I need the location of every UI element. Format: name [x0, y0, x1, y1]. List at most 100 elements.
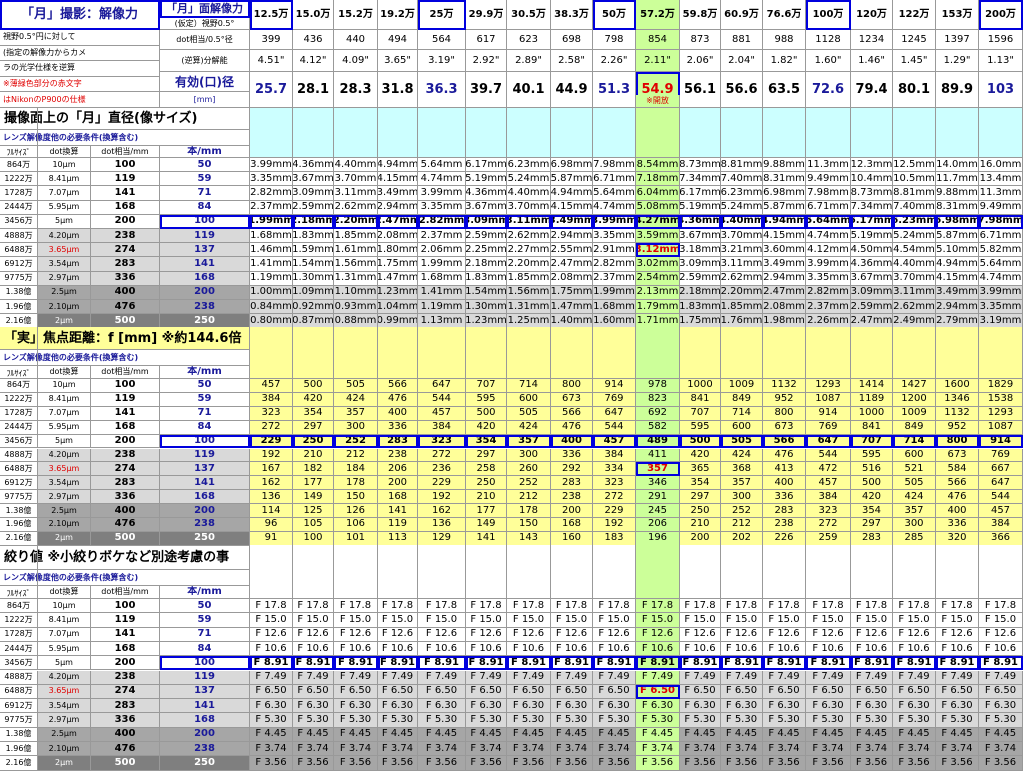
- row-fullsize: 4888万: [0, 670, 38, 685]
- inverse-col-8: 2.26": [593, 50, 636, 72]
- grid-cell: 595: [466, 392, 507, 407]
- grid-cell: 8.73mm: [851, 186, 893, 201]
- grid-cell: 4.12mm: [806, 243, 851, 258]
- section-2-header-col-6: [507, 545, 551, 599]
- grid-cell: 424: [507, 420, 551, 435]
- grid-cell: 2.08mm: [763, 300, 806, 315]
- grid-cell: F 15.0: [979, 613, 1023, 628]
- row-hon: 141: [160, 476, 250, 491]
- row-hon: 238: [160, 742, 250, 757]
- row-hon: 100: [160, 656, 250, 671]
- grid-cell: F 6.50: [936, 684, 979, 700]
- grid-cell: 1.56mm: [334, 257, 378, 272]
- row-um: 2.10μm: [38, 742, 91, 757]
- grid-cell: 150: [507, 518, 551, 532]
- grid-cell: F 3.74: [250, 742, 293, 757]
- grid-cell: 7.34mm: [851, 200, 893, 215]
- grid-cell: 2.59mm: [680, 271, 721, 286]
- grid-cell: 2.82mm: [593, 257, 636, 272]
- grid-cell: 400: [378, 406, 418, 421]
- row-hon: 71: [160, 627, 250, 642]
- grid-cell: F 8.91: [721, 656, 763, 671]
- row-fullsize: 1222万: [0, 613, 38, 628]
- grid-cell: 8.81mm: [893, 186, 936, 201]
- resolution-title: 「月」面解像力: [160, 0, 250, 18]
- row-um: 5.95μm: [38, 420, 91, 435]
- resolution-col-0: 12.5万: [250, 0, 293, 30]
- grid-cell: 1.30mm: [293, 271, 334, 286]
- dot-col-2: 440: [334, 30, 378, 50]
- grid-cell: 4.94mm: [763, 214, 806, 229]
- grid-cell: 12.3mm: [851, 158, 893, 173]
- resolution-col-4: 25万: [418, 0, 466, 30]
- grid-cell: F 7.49: [551, 670, 593, 685]
- grid-cell: 160: [551, 531, 593, 546]
- grid-cell: 6.17mm: [851, 214, 893, 229]
- grid-cell: F 17.8: [593, 599, 636, 614]
- grid-cell: 3.49mm: [551, 214, 593, 229]
- grid-cell: F 4.45: [936, 727, 979, 742]
- inverse-col-5: 2.92": [466, 50, 507, 72]
- grid-cell: F 7.49: [893, 670, 936, 685]
- grid-cell: 1.99mm: [250, 214, 293, 229]
- grid-cell: 595: [851, 448, 893, 463]
- grid-cell: F 3.74: [636, 742, 680, 757]
- grid-cell: 336: [551, 448, 593, 463]
- grid-cell: F 6.50: [334, 684, 378, 700]
- grid-cell: 600: [507, 392, 551, 407]
- grid-cell: 357: [636, 462, 680, 477]
- grid-cell: 978: [636, 379, 680, 393]
- row-um: 2μm: [38, 756, 91, 771]
- resolution-col-15: 122万: [893, 0, 936, 30]
- grid-cell: 5.64mm: [979, 257, 1023, 272]
- grid-cell: F 6.50: [721, 684, 763, 700]
- dotmm-label-2: dot相当/mm: [91, 586, 160, 599]
- grid-cell: 714: [893, 434, 936, 449]
- grid-cell: 300: [721, 490, 763, 505]
- grid-cell: 647: [593, 406, 636, 421]
- inverse-col-2: 4.09": [334, 50, 378, 72]
- grid-cell: 6.23mm: [721, 186, 763, 201]
- grid-cell: 357: [507, 434, 551, 449]
- grid-cell: F 15.0: [418, 613, 466, 628]
- grid-cell: F 3.74: [378, 742, 418, 757]
- grid-cell: F 12.6: [334, 627, 378, 642]
- grid-cell: F 4.45: [893, 727, 936, 742]
- grid-cell: 505: [893, 476, 936, 491]
- grid-cell: F 3.56: [636, 756, 680, 771]
- grid-cell: 0.92mm: [293, 300, 334, 315]
- kaiho-note: ※開放: [636, 95, 680, 108]
- mm-label: [mm]: [160, 92, 250, 108]
- grid-cell: 457: [250, 379, 293, 393]
- grid-cell: F 10.6: [680, 641, 721, 657]
- dotmm-label-0: dot相当/mm: [91, 146, 160, 158]
- grid-cell: 8.81mm: [721, 158, 763, 173]
- grid-cell: 1.10mm: [334, 285, 378, 300]
- inverse-col-3: 3.65": [378, 50, 418, 72]
- grid-cell: 1.30mm: [466, 300, 507, 315]
- grid-cell: F 6.30: [893, 699, 936, 714]
- grid-cell: 9.88mm: [936, 186, 979, 201]
- row-um: 10μm: [38, 599, 91, 614]
- grid-cell: 10.5mm: [893, 172, 936, 187]
- grid-cell: F 17.8: [334, 599, 378, 614]
- grid-cell: 12.5mm: [893, 158, 936, 173]
- grid-cell: 3.99mm: [418, 186, 466, 201]
- section-2-header-col-10: [680, 545, 721, 599]
- grid-cell: F 4.45: [806, 727, 851, 742]
- row-um: 2.5μm: [38, 727, 91, 742]
- grid-cell: F 4.45: [551, 727, 593, 742]
- grid-cell: 1.68mm: [593, 300, 636, 315]
- grid-cell: 2.94mm: [551, 229, 593, 244]
- row-um: 3.65μm: [38, 462, 91, 477]
- grid-cell: F 12.6: [763, 627, 806, 642]
- grid-cell: 3.49mm: [378, 186, 418, 201]
- grid-cell: F 4.45: [851, 727, 893, 742]
- grid-cell: F 3.74: [893, 742, 936, 757]
- grid-cell: F 8.91: [763, 656, 806, 671]
- row-fullsize: 2.16億: [0, 756, 38, 771]
- grid-cell: 200: [680, 531, 721, 546]
- effective-col-6: 40.1: [507, 72, 551, 108]
- grid-cell: F 12.6: [418, 627, 466, 642]
- grid-cell: F 12.6: [936, 627, 979, 642]
